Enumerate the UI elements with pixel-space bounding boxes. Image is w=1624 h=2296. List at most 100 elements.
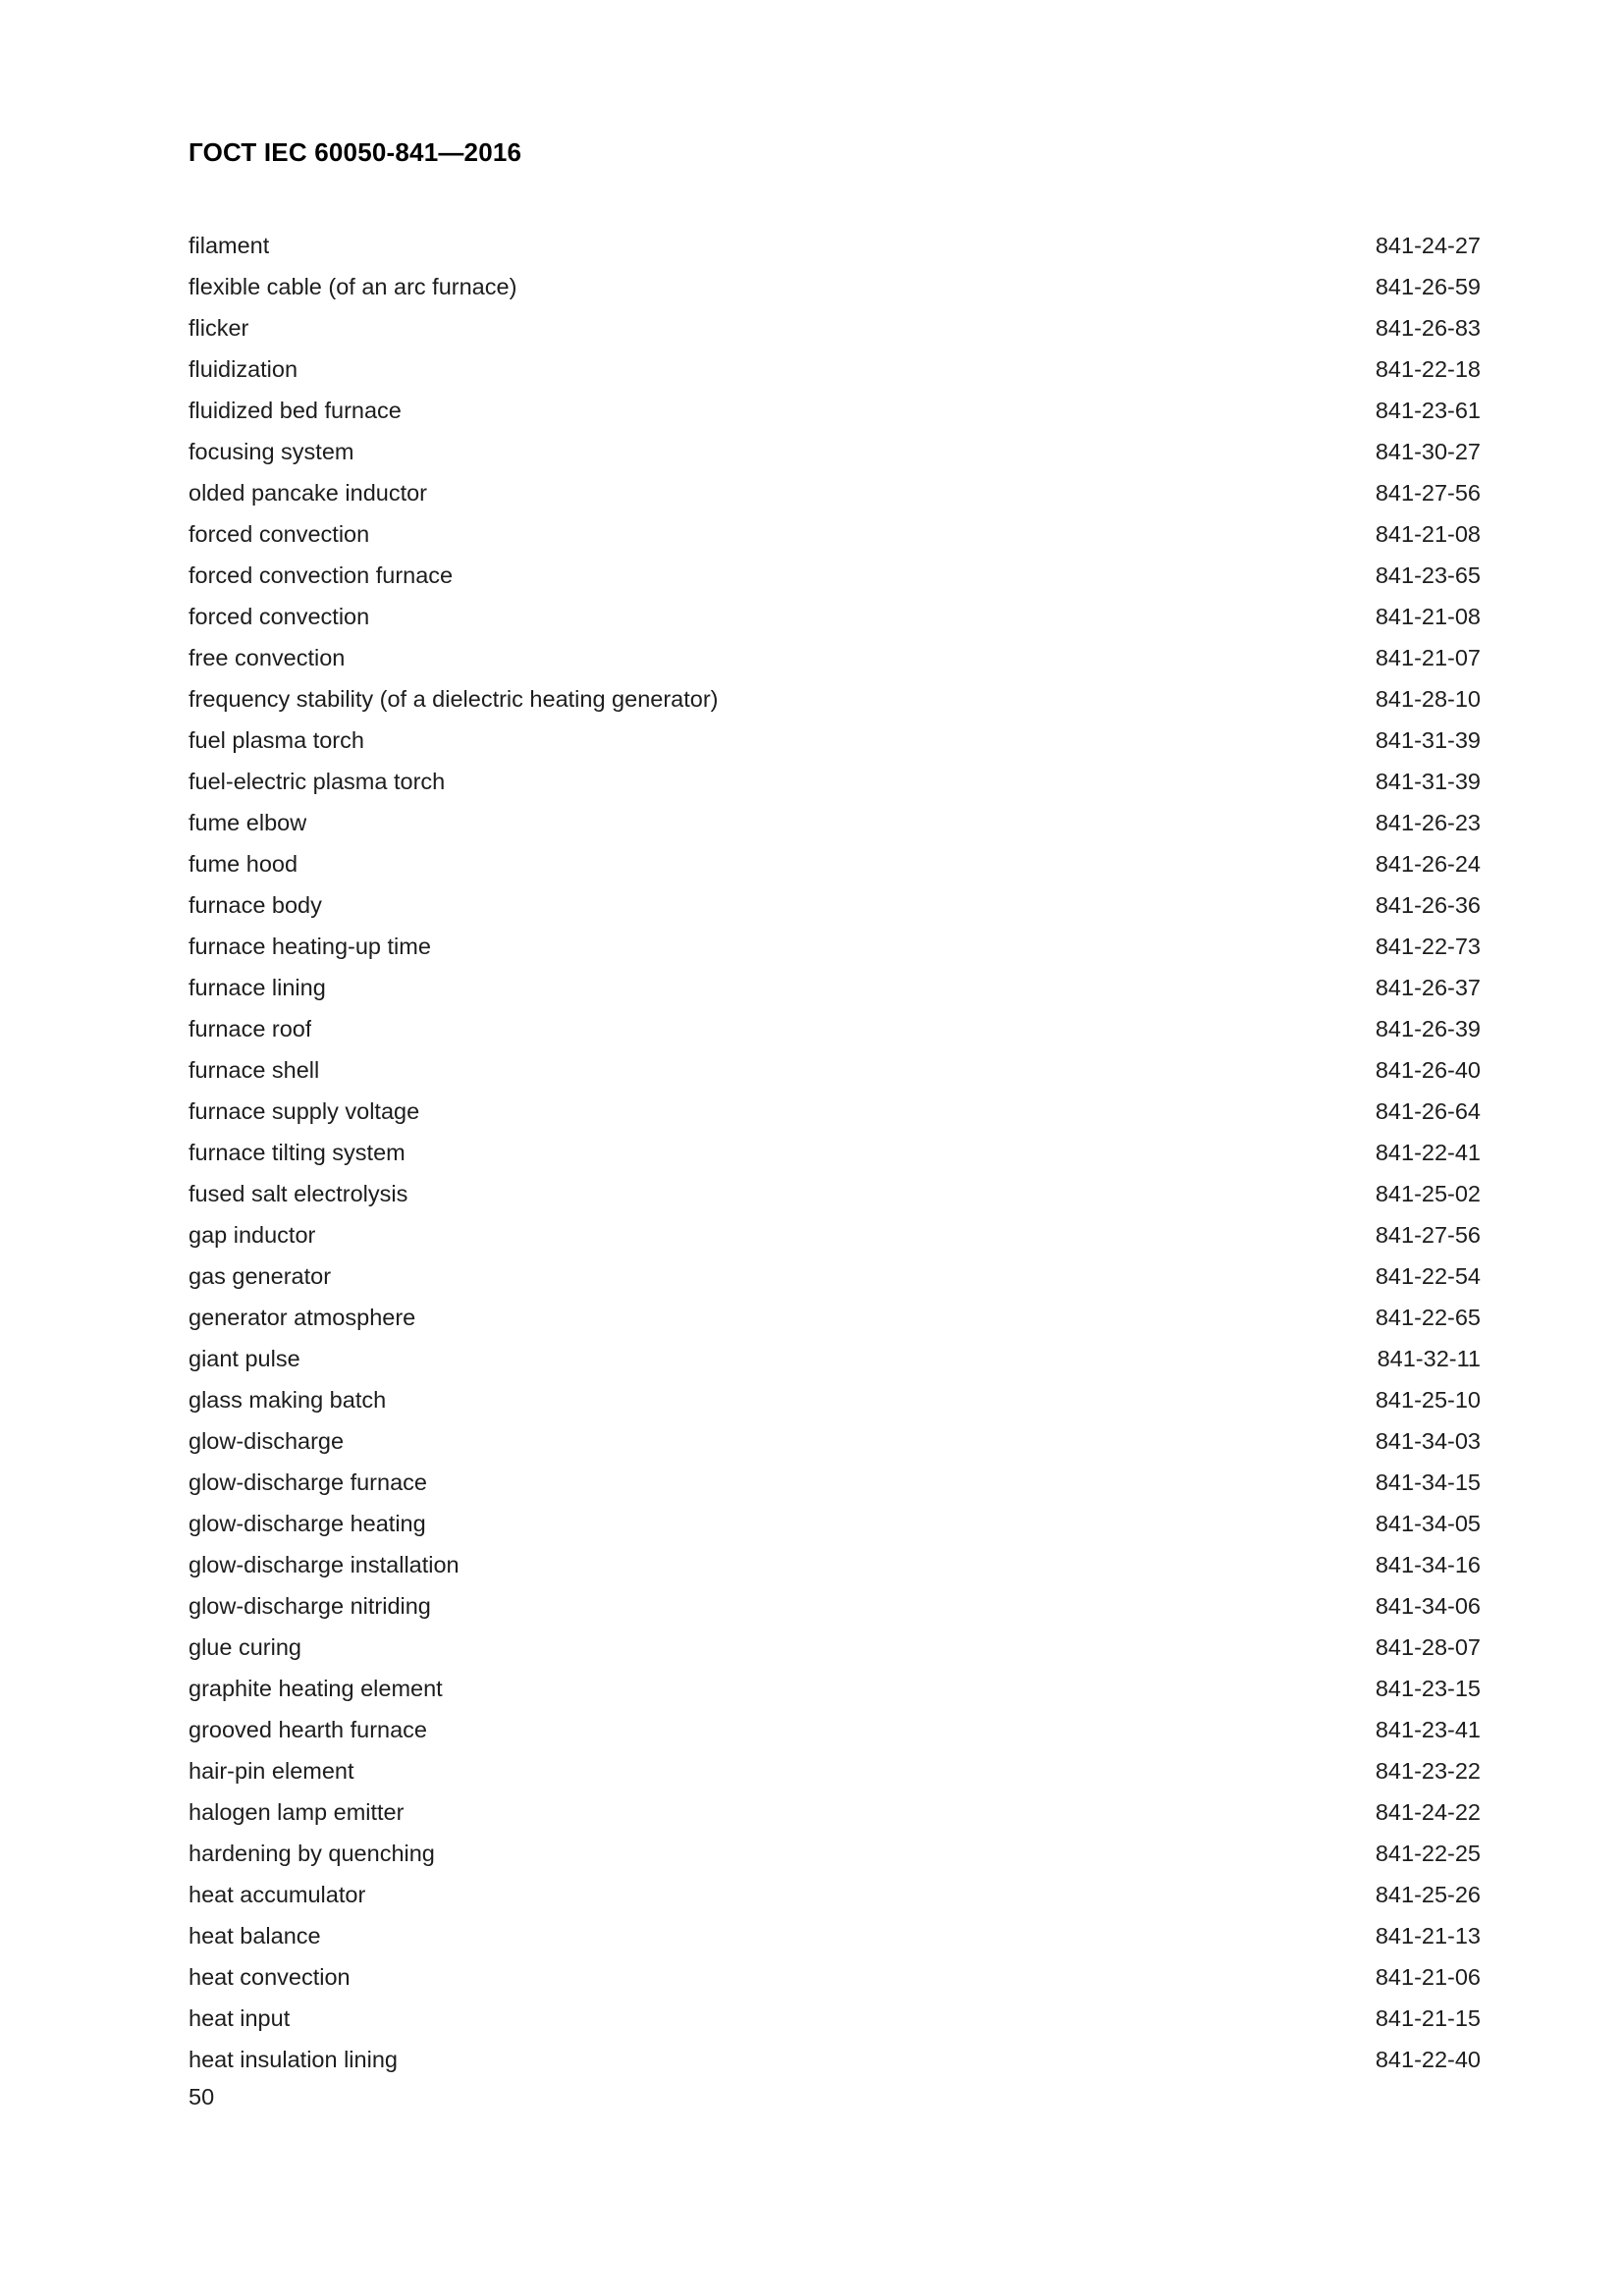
index-entry-row: fluidization 841-22-18: [189, 348, 1481, 390]
index-entry-term: fume hood: [189, 851, 298, 878]
index-entry-term: furnace tilting system: [189, 1140, 406, 1166]
page-content: ГОСТ IEC 60050-841—2016 filament 841-24-2…: [189, 137, 1481, 2113]
document-header-standard-number: ГОСТ IEC 60050-841—2016: [189, 137, 522, 167]
index-entry-row: glow-discharge heating 841-34-05: [189, 1503, 1481, 1544]
index-entry-code: 841-22-73: [1375, 934, 1481, 960]
index-entry-term: grooved hearth furnace: [189, 1717, 427, 1743]
index-entry-code: 841-22-41: [1375, 1140, 1481, 1166]
index-entry-term: filament: [189, 233, 270, 259]
index-entry-term: halogen lamp emitter: [189, 1799, 405, 1826]
alphabetical-index-list: filament 841-24-27 flexible cable (of an a…: [189, 225, 1481, 2080]
index-entry-row: frequency stability (of a dielectric hea…: [189, 678, 1481, 720]
index-entry-code: 841-30-27: [1375, 439, 1481, 465]
index-entry-code: 841-22-25: [1375, 1841, 1481, 1867]
index-entry-row: olded pancake inductor 841-27-56: [189, 472, 1481, 513]
index-entry-row: focusing system 841-30-27: [189, 431, 1481, 472]
index-entry-code: 841-24-22: [1375, 1799, 1481, 1826]
index-entry-code: 841-34-03: [1375, 1428, 1481, 1455]
index-entry-code: 841-32-11: [1377, 1346, 1481, 1372]
index-entry-code: 841-21-06: [1375, 1964, 1481, 1991]
index-entry-code: 841-22-18: [1375, 356, 1481, 383]
index-entry-code: 841-28-07: [1375, 1634, 1481, 1661]
index-entry-term: furnace roof: [189, 1016, 312, 1042]
index-entry-code: 841-26-39: [1375, 1016, 1481, 1042]
index-entry-term: fused salt electrolysis: [189, 1181, 408, 1207]
index-entry-row: heat accumulator 841-25-26: [189, 1874, 1481, 1915]
index-entry-row: glass making batch 841-25-10: [189, 1379, 1481, 1420]
index-entry-row: heat input 841-21-15: [189, 1998, 1481, 2039]
index-entry-code: 841-21-15: [1375, 2005, 1481, 2032]
index-entry-row: forced convection 841-21-08: [189, 513, 1481, 555]
index-entry-code: 841-21-13: [1375, 1923, 1481, 1949]
index-entry-row: heat insulation lining 841-22-40: [189, 2039, 1481, 2080]
index-entry-code: 841-31-39: [1375, 727, 1481, 754]
index-entry-term: fuel-electric plasma torch: [189, 769, 446, 795]
index-entry-term: heat insulation lining: [189, 2047, 398, 2073]
index-entry-code: 841-34-05: [1375, 1511, 1481, 1537]
index-entry-term: olded pancake inductor: [189, 480, 428, 507]
index-entry-code: 841-26-37: [1375, 975, 1481, 1001]
index-entry-term: glow-discharge furnace: [189, 1469, 427, 1496]
index-entry-term: heat input: [189, 2005, 291, 2032]
index-entry-term: gap inductor: [189, 1222, 316, 1249]
index-entry-row: furnace lining 841-26-37: [189, 967, 1481, 1008]
index-entry-row: fume elbow 841-26-23: [189, 802, 1481, 843]
index-entry-row: heat convection 841-21-06: [189, 1956, 1481, 1998]
index-entry-row: fuel plasma torch 841-31-39: [189, 720, 1481, 761]
index-entry-term: hardening by quenching: [189, 1841, 435, 1867]
index-entry-term: heat accumulator: [189, 1882, 366, 1908]
index-entry-row: furnace body 841-26-36: [189, 884, 1481, 926]
index-entry-code: 841-22-65: [1375, 1305, 1481, 1331]
index-entry-term: glue curing: [189, 1634, 301, 1661]
index-entry-code: 841-26-59: [1375, 274, 1481, 300]
index-entry-row: furnace shell 841-26-40: [189, 1049, 1481, 1091]
index-entry-row: fuel-electric plasma torch 841-31-39: [189, 761, 1481, 802]
index-entry-code: 841-21-08: [1375, 521, 1481, 548]
index-entry-row: filament 841-24-27: [189, 225, 1481, 266]
index-entry-row: grooved hearth furnace 841-23-41: [189, 1709, 1481, 1750]
page-number: 50: [189, 2084, 215, 2110]
index-entry-row: forced convection 841-21-08: [189, 596, 1481, 637]
index-entry-term: forced convection: [189, 521, 370, 548]
index-entry-code: 841-28-10: [1375, 686, 1481, 713]
index-entry-row: flexible cable (of an arc furnace) 841-26…: [189, 266, 1481, 307]
index-entry-code: 841-34-06: [1375, 1593, 1481, 1620]
index-entry-row: furnace heating-up time 841-22-73: [189, 926, 1481, 967]
index-entry-row: hair-pin element 841-23-22: [189, 1750, 1481, 1791]
index-entry-term: generator atmosphere: [189, 1305, 416, 1331]
index-entry-term: glow-discharge installation: [189, 1552, 460, 1578]
index-entry-code: 841-26-36: [1375, 892, 1481, 919]
index-entry-term: glow-discharge: [189, 1428, 345, 1455]
index-entry-term: fluidization: [189, 356, 298, 383]
index-entry-code: 841-21-08: [1375, 604, 1481, 630]
index-entry-term: flexible cable (of an arc furnace): [189, 274, 517, 300]
index-entry-code: 841-23-65: [1375, 562, 1481, 589]
index-entry-row: free convection 841-21-07: [189, 637, 1481, 678]
index-entry-code: 841-25-02: [1375, 1181, 1481, 1207]
index-entry-row: halogen lamp emitter 841-24-22: [189, 1791, 1481, 1833]
index-entry-term: heat balance: [189, 1923, 321, 1949]
index-entry-code: 841-34-16: [1375, 1552, 1481, 1578]
index-entry-row: glow-discharge nitriding 841-34-06: [189, 1585, 1481, 1627]
index-entry-row: heat balance 841-21-13: [189, 1915, 1481, 1956]
index-entry-code: 841-26-24: [1375, 851, 1481, 878]
index-entry-term: free convection: [189, 645, 346, 671]
index-entry-term: fume elbow: [189, 810, 307, 836]
index-entry-code: 841-23-15: [1375, 1676, 1481, 1702]
index-entry-code: 841-26-64: [1375, 1098, 1481, 1125]
index-entry-term: gas generator: [189, 1263, 332, 1290]
index-entry-term: flicker: [189, 315, 249, 342]
index-entry-term: focusing system: [189, 439, 354, 465]
index-entry-code: 841-25-26: [1375, 1882, 1481, 1908]
index-entry-term: hair-pin element: [189, 1758, 354, 1785]
index-entry-term: glass making batch: [189, 1387, 387, 1414]
index-entry-term: furnace shell: [189, 1057, 320, 1084]
index-entry-code: 841-22-54: [1375, 1263, 1481, 1290]
index-entry-row: furnace tilting system 841-22-41: [189, 1132, 1481, 1173]
index-entry-code: 841-26-83: [1375, 315, 1481, 342]
index-entry-code: 841-26-23: [1375, 810, 1481, 836]
index-entry-row: hardening by quenching 841-22-25: [189, 1833, 1481, 1874]
index-entry-term: furnace body: [189, 892, 322, 919]
index-entry-row: forced convection furnace 841-23-65: [189, 555, 1481, 596]
index-entry-row: gas generator 841-22-54: [189, 1255, 1481, 1297]
